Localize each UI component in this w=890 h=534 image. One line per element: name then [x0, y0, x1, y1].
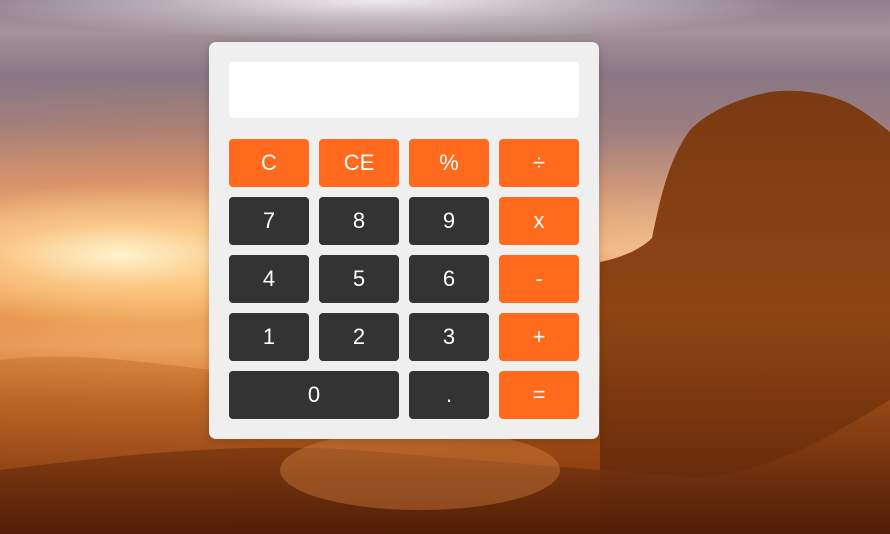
calculator-panel: C CE % ÷ 7 8 9 x 4 5 6 - 1 2 3 + 0 . =	[209, 42, 599, 439]
add-button[interactable]: +	[499, 313, 579, 361]
digit-8-button[interactable]: 8	[319, 197, 399, 245]
calculator-display[interactable]	[229, 62, 579, 118]
multiply-button[interactable]: x	[499, 197, 579, 245]
equals-button[interactable]: =	[499, 371, 579, 419]
divide-button[interactable]: ÷	[499, 139, 579, 187]
decimal-button[interactable]: .	[409, 371, 489, 419]
digit-7-button[interactable]: 7	[229, 197, 309, 245]
digit-6-button[interactable]: 6	[409, 255, 489, 303]
digit-9-button[interactable]: 9	[409, 197, 489, 245]
digit-1-button[interactable]: 1	[229, 313, 309, 361]
clear-entry-button[interactable]: CE	[319, 139, 399, 187]
clear-button[interactable]: C	[229, 139, 309, 187]
digit-2-button[interactable]: 2	[319, 313, 399, 361]
digit-3-button[interactable]: 3	[409, 313, 489, 361]
digit-0-button[interactable]: 0	[229, 371, 399, 419]
percent-button[interactable]: %	[409, 139, 489, 187]
digit-5-button[interactable]: 5	[319, 255, 399, 303]
digit-4-button[interactable]: 4	[229, 255, 309, 303]
subtract-button[interactable]: -	[499, 255, 579, 303]
